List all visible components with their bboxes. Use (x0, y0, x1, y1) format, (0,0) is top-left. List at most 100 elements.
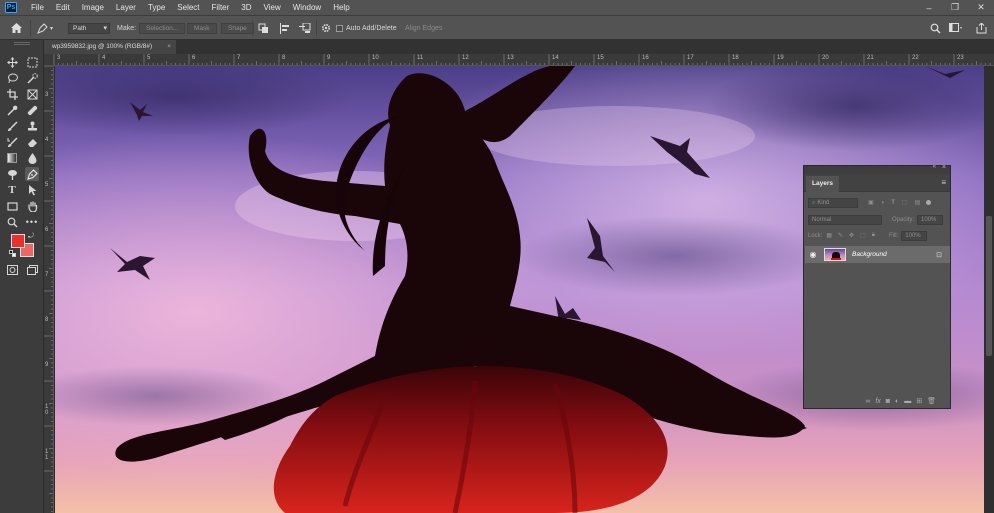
menu-edit[interactable]: Edit (50, 0, 76, 15)
rectangle-tool-icon[interactable] (5, 199, 19, 213)
frame-tool-icon[interactable] (25, 87, 39, 101)
hand-tool-icon[interactable] (25, 199, 39, 213)
collapse-panel-icon[interactable]: « (933, 164, 936, 170)
add-mask-icon[interactable]: ◙ (886, 398, 890, 405)
link-layers-icon[interactable]: ∞ (865, 398, 870, 405)
menu-bar: Ps File Edit Image Layer Type Select Fil… (0, 0, 994, 15)
lock-image-pixels-icon[interactable]: ✎ (838, 232, 843, 239)
lock-transparent-pixels-icon[interactable]: ▦ (826, 232, 832, 239)
pick-mode-dropdown[interactable]: Path (68, 22, 110, 34)
menu-file[interactable]: File (25, 0, 50, 15)
menu-image[interactable]: Image (76, 0, 110, 15)
kind-filter-dropdown[interactable]: ⌕ Kind (808, 197, 858, 208)
path-selection-tool-icon[interactable] (25, 183, 39, 197)
close-window-button[interactable]: ✕ (968, 0, 994, 15)
restore-button[interactable]: ❐ (942, 0, 968, 15)
lock-position-icon[interactable]: ✥ (849, 232, 854, 239)
path-arrangement-icon[interactable] (299, 21, 311, 35)
ruler-label: 4 (102, 55, 106, 61)
toolbar-grip[interactable] (14, 42, 30, 45)
path-operations-icon[interactable] (258, 21, 269, 35)
ruler-label: 3 (57, 55, 61, 61)
blend-mode-dropdown[interactable]: Normal (808, 214, 882, 225)
workspace-icon[interactable] (949, 21, 963, 35)
filter-toggle-icon[interactable] (926, 200, 932, 205)
close-tab-icon[interactable]: × (167, 40, 171, 54)
opacity-field[interactable]: 100% (917, 214, 944, 225)
new-group-icon[interactable]: ▬ (904, 398, 911, 405)
home-icon[interactable] (8, 21, 24, 35)
lock-row: Lock: ▦ ✎ ✥ ⬚ 🔒︎ Fill: 100% (808, 230, 928, 241)
pen-tool-preset-icon[interactable]: ▾ (37, 21, 53, 35)
make-label: Make: (117, 24, 137, 32)
pixel-filter-icon[interactable]: ▣ (868, 199, 874, 206)
adjustment-layer-icon[interactable]: ◐ (895, 398, 899, 405)
lock-artboard-icon[interactable]: ⬚ (860, 232, 866, 239)
eyedropper-tool-icon[interactable] (5, 103, 19, 117)
crop-tool-icon[interactable] (5, 87, 19, 101)
quick-mask-icon[interactable] (5, 263, 19, 277)
adjustment-filter-icon[interactable]: ◑ (881, 200, 885, 206)
eraser-tool-icon[interactable] (25, 135, 39, 149)
search-icon[interactable] (930, 21, 941, 35)
ruler-label: 6 (45, 227, 49, 233)
blur-tool-icon[interactable] (25, 151, 39, 165)
shape-button[interactable]: Shape (221, 22, 254, 34)
horizontal-ruler[interactable]: 3 4 5 6 7 8 9 10 11 12 13 14 15 16 17 18… (54, 54, 994, 66)
auto-add-delete-checkbox[interactable]: Auto Add/Delete (336, 21, 397, 35)
history-brush-tool-icon[interactable] (5, 135, 19, 149)
marquee-tool-icon[interactable] (25, 55, 39, 69)
smart-object-filter-icon[interactable]: ▤ (915, 199, 921, 206)
pen-tool-icon[interactable] (25, 167, 39, 181)
close-panel-icon[interactable]: × (942, 164, 946, 171)
vertical-ruler[interactable]: 3 4 5 6 7 8 9 1 0 1 1 (44, 54, 54, 513)
path-alignment-icon[interactable] (279, 21, 290, 35)
move-tool-icon[interactable] (5, 55, 19, 69)
lock-all-icon[interactable]: 🔒︎ (872, 232, 875, 239)
panel-titlebar[interactable]: « × (804, 164, 950, 174)
menu-layer[interactable]: Layer (110, 0, 142, 15)
foreground-color-swatch[interactable] (11, 234, 25, 248)
delete-layer-icon[interactable]: 🗑︎ (927, 397, 936, 405)
minimize-button[interactable]: – (916, 0, 942, 15)
swap-colors-icon[interactable]: ⤾ (28, 233, 34, 241)
zoom-tool-icon[interactable] (5, 215, 19, 229)
clone-stamp-tool-icon[interactable] (25, 119, 39, 133)
menu-window[interactable]: Window (287, 0, 327, 15)
panel-menu-icon[interactable]: ≡ (941, 178, 946, 187)
screen-mode-icon[interactable] (25, 263, 39, 277)
gear-icon[interactable] (321, 21, 331, 35)
ruler-label: 8 (45, 317, 49, 323)
tab-layers[interactable]: Layers (806, 176, 839, 192)
layer-style-icon[interactable]: fx (875, 398, 880, 405)
menu-filter[interactable]: Filter (206, 0, 236, 15)
fill-field[interactable]: 100% (901, 230, 928, 241)
default-colors-icon[interactable] (9, 250, 16, 257)
document-tab[interactable]: wp3959832.jpg @ 100% (RGB/8#) × (44, 40, 176, 54)
healing-brush-tool-icon[interactable] (25, 103, 39, 117)
gradient-tool-icon[interactable] (5, 151, 19, 165)
dodge-tool-icon[interactable] (5, 167, 19, 181)
menu-3d[interactable]: 3D (235, 0, 257, 15)
visibility-eye-icon[interactable]: ◉ (805, 250, 821, 259)
scrollbar-thumb[interactable] (986, 216, 992, 356)
new-layer-icon[interactable]: ⊞ (916, 397, 922, 405)
selection-button[interactable]: Selection... (139, 22, 186, 34)
share-icon[interactable] (976, 21, 987, 35)
lasso-tool-icon[interactable] (5, 71, 19, 85)
shape-filter-icon[interactable]: ⬚ (902, 199, 908, 206)
vertical-scrollbar[interactable] (984, 66, 994, 513)
layer-name[interactable]: Background (852, 251, 887, 258)
menu-type[interactable]: Type (142, 0, 171, 15)
menu-help[interactable]: Help (327, 0, 355, 15)
more-tools-icon[interactable]: ••• (25, 215, 39, 229)
menu-select[interactable]: Select (171, 0, 205, 15)
align-edges-option[interactable]: Align Edges (405, 21, 442, 35)
type-tool-icon[interactable]: T (5, 183, 19, 197)
quick-selection-tool-icon[interactable] (25, 71, 39, 85)
mask-button[interactable]: Mask (187, 22, 217, 34)
brush-tool-icon[interactable] (5, 119, 19, 133)
type-filter-icon[interactable]: T (891, 200, 895, 206)
menu-view[interactable]: View (258, 0, 287, 15)
layer-row-background[interactable]: ◉ Background ⊡ (805, 246, 950, 263)
